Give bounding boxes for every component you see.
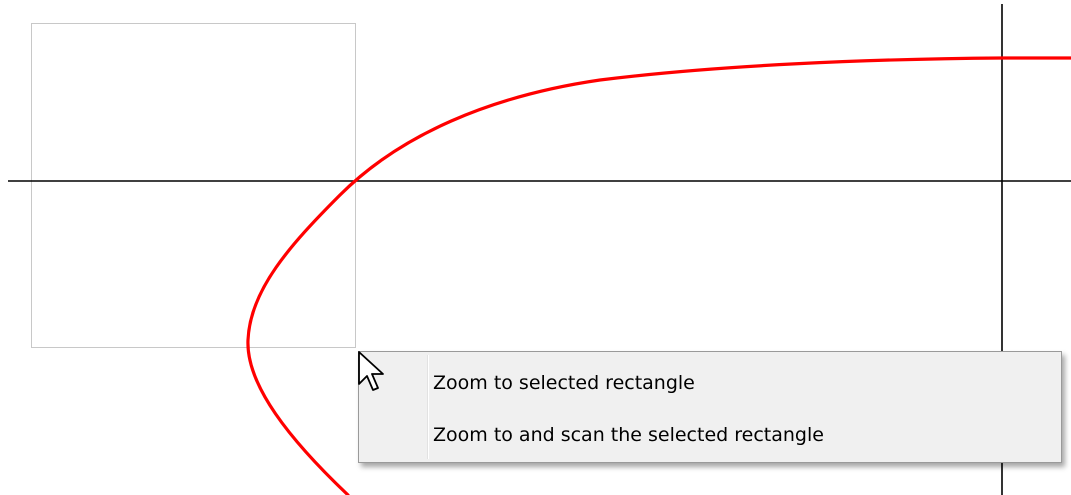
- menu-item-label: Zoom to selected rectangle: [433, 372, 695, 394]
- menu-item-zoom-and-scan-selected-rectangle[interactable]: Zoom to and scan the selected rectangle: [361, 412, 1059, 458]
- menu-item-zoom-to-selected-rectangle[interactable]: Zoom to selected rectangle: [361, 360, 1059, 406]
- selection-rectangle[interactable]: [31, 23, 356, 348]
- menu-item-label: Zoom to and scan the selected rectangle: [433, 424, 824, 446]
- context-menu: Zoom to selected rectangle Zoom to and s…: [358, 351, 1062, 463]
- arrow-pointer-icon: [358, 351, 384, 391]
